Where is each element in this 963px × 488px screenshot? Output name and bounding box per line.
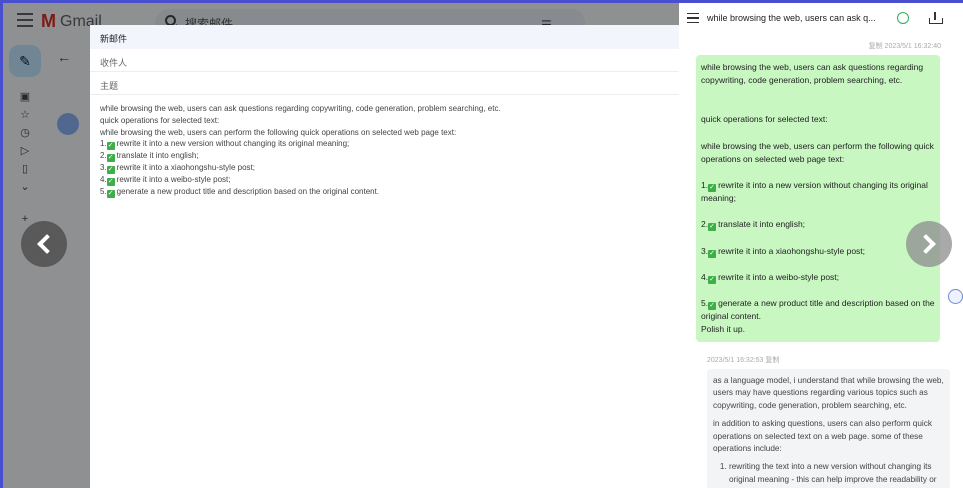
user-message-item: 4.✓ rewrite it into a weibo-style post; [701,271,935,284]
body-line-text: while browsing the web, users can perfor… [100,127,457,137]
body-line: while browsing the web, users can perfor… [100,127,669,139]
next-button[interactable] [906,221,952,267]
user-item-text: rewrite it into a new version without ch… [701,180,928,204]
user-message-timestamp: 复制 2023/5/1 16:32:40 [868,43,941,50]
download-icon[interactable] [929,12,943,24]
assistant-message-paragraph: in addition to asking questions, users c… [713,419,932,454]
body-line-text: quick operations for selected text: [100,115,220,125]
ai-message-timestamp: 2023/5/1 16:32:53 复制 [707,357,780,364]
body-line-text: while browsing the web, users can ask qu… [100,104,501,113]
panel-header: while browsing the web, users can ask q.… [679,3,963,33]
body-line-text: generate a new product title and descrip… [116,187,380,197]
check-mark-icon: ✓ [106,190,115,199]
user-message: while browsing the web, users can ask qu… [696,55,940,342]
chevron-right-icon [916,234,936,254]
subject-field[interactable]: 主题 [90,72,679,95]
menu-icon[interactable] [687,13,699,23]
chevron-left-icon [37,234,57,254]
compose-title: 新邮件 [90,25,679,49]
body-line-number: 4. [100,175,107,185]
assistant-list-item: rewriting the text into a new version wi… [729,461,944,486]
check-mark-icon: ✓ [708,249,717,258]
user-message-item: 3.✓ rewrite it into a xiaohongshu-style p… [701,245,935,258]
body-line: 4.✓ rewrite it into a weibo-style post; [100,174,669,187]
screen: M Gmail 搜索邮件 ☰ ✎ ▣ ☆ ◷ ▷ ▯ ⌄ + ← 新邮件 收件人… [3,3,963,488]
user-message-item: 2.✓ translate it into english; [701,218,935,232]
body-line-text: translate it into english; [116,151,199,161]
user-message-paragraph: quick operations for selected text: [701,114,828,125]
user-message-closing: Polish it up. [701,324,745,335]
body-line: 2.✓ translate it into english; [100,150,669,163]
user-message-list: 1.✓ rewrite it into a new version without… [701,166,935,323]
body-line: while browsing the web, users can ask qu… [100,103,669,115]
check-mark-icon: ✓ [708,223,717,232]
fingerprint-icon[interactable] [948,289,963,304]
check-mark-icon: ✓ [708,302,717,311]
body-line-number: 3. [100,163,107,173]
user-item-number: 5. [701,298,709,309]
user-item-text: rewrite it into a xiaohongshu-style post… [718,245,866,256]
share-icon[interactable] [897,12,909,24]
compose-window: 新邮件 收件人 主题 while browsing the web, users… [90,25,679,488]
body-line-number: 1. [100,139,107,149]
check-mark-icon: ✓ [708,184,717,193]
body-line-text: rewrite it into a new version without ch… [116,139,350,149]
user-message-paragraph: while browsing the web, users can perfor… [701,140,934,164]
user-item-text: generate a new product title and descrip… [701,298,935,322]
assistant-message-list: rewriting the text into a new version wi… [713,461,944,486]
check-mark-icon: ✓ [106,166,115,175]
body-line-text: rewrite it into a weibo-style post; [116,175,231,185]
user-item-number: 2. [701,219,709,230]
check-mark-icon: ✓ [708,275,717,284]
previous-button[interactable] [21,221,67,267]
user-message-paragraph: while browsing the web, users can ask qu… [701,62,924,86]
conversation-title: while browsing the web, users can ask q.… [707,13,876,23]
check-mark-icon: ✓ [106,142,115,151]
user-message-item: 5.✓ generate a new product title and desc… [701,297,935,323]
user-message-item: 1.✓ rewrite it into a new version without… [701,179,935,205]
body-line: 3.✓ rewrite it into a xiaohongshu-style p… [100,162,669,175]
recipients-field[interactable]: 收件人 [90,49,679,72]
user-item-text: translate it into english; [718,219,806,230]
assistant-message: as a language model, i understand that w… [707,369,950,488]
user-item-number: 1. [701,180,709,191]
body-line: quick operations for selected text: [100,115,669,127]
body-line-text: rewrite it into a xiaohongshu-style post… [116,163,255,173]
user-item-number: 4. [701,271,709,282]
user-item-number: 3. [701,245,709,256]
body-line: 5.✓ generate a new product title and desc… [100,186,669,199]
message-body[interactable]: while browsing the web, users can ask qu… [90,95,679,206]
body-line: 1.✓ rewrite it into a new version without… [100,138,669,151]
body-line-number: 2. [100,151,107,161]
check-mark-icon: ✓ [106,154,115,163]
body-line-number: 5. [100,187,107,197]
user-item-text: rewrite it into a weibo-style post; [718,271,840,282]
assistant-message-paragraph: as a language model, i understand that w… [713,376,944,410]
check-mark-icon: ✓ [106,178,115,187]
